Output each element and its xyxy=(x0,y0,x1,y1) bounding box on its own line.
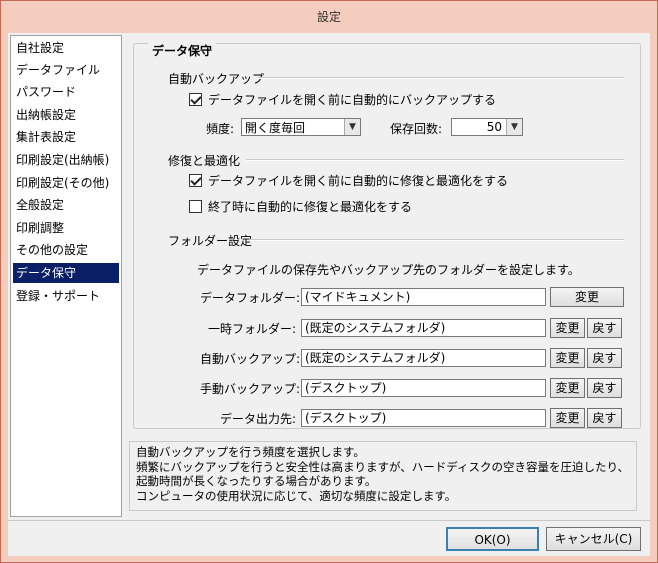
repair-heading: 修復と最適化 xyxy=(168,154,241,168)
data-output-folder-reset-button[interactable]: 戻す xyxy=(587,408,622,428)
manual-backup-folder-reset-button[interactable]: 戻す xyxy=(587,378,622,398)
save-count-value: 50 xyxy=(486,120,502,134)
temp-folder-change-button[interactable]: 変更 xyxy=(550,318,585,338)
repair-on-exit-checkbox[interactable] xyxy=(189,199,202,213)
repair-on-exit-label: 終了時に自動的に修復と最適化をする xyxy=(208,199,413,214)
auto-backup-checkbox-label: データファイルを開く前に自動的にバックアップする xyxy=(208,92,497,107)
sidebar-item-password[interactable]: パスワード xyxy=(13,82,119,102)
temp-folder-label: 一時フォルダー: xyxy=(207,322,296,336)
repair-before-open-option[interactable]: データファイルを開く前に自動的に修復と最適化をする xyxy=(189,172,508,188)
manual-backup-folder-label: 手動バックアップ: xyxy=(200,382,301,396)
data-output-folder-change-button[interactable]: 変更 xyxy=(550,408,585,428)
manual-backup-folder-change-button[interactable]: 変更 xyxy=(550,378,585,398)
data-folder-path: (マイドキュメント) xyxy=(301,288,546,306)
auto-backup-folder-change-button[interactable]: 変更 xyxy=(550,348,585,368)
repair-on-exit-option[interactable]: 終了時に自動的に修復と最適化をする xyxy=(189,198,412,214)
frequency-value: 開く度毎回 xyxy=(245,120,306,135)
ok-button[interactable]: OK(O) xyxy=(446,527,539,551)
help-line: 起動時間が長くなったりする場合があります。 xyxy=(136,474,377,488)
temp-folder-reset-button[interactable]: 戻す xyxy=(587,318,622,338)
data-folder-label: データフォルダー: xyxy=(200,291,301,305)
help-line: コンピュータの使用状況に応じて、適切な頻度に設定します。 xyxy=(136,488,457,503)
dialog-client-area: 自社設定 データファイル パスワード 出納帳設定 集計表設定 印刷設定(出納帳)… xyxy=(8,33,650,556)
data-folder-change-button[interactable]: 変更 xyxy=(550,287,624,307)
manual-backup-folder-path: (デスクトップ) xyxy=(301,379,546,397)
divider xyxy=(258,77,624,79)
settings-window: 設定 自社設定 データファイル パスワード 出納帳設定 集計表設定 印刷設定(出… xyxy=(0,0,658,563)
group-title: データ保守 xyxy=(148,42,217,59)
data-output-folder-label: データ出力先: xyxy=(219,412,296,426)
temp-folder-path: (既定のシステムフォルダ) xyxy=(301,319,546,337)
divider xyxy=(250,239,624,241)
sidebar-item-print-adjust[interactable]: 印刷調整 xyxy=(13,218,119,238)
cancel-button[interactable]: キャンセル(C) xyxy=(546,527,641,551)
divider xyxy=(246,159,624,161)
help-description-box: 自動バックアップを行う頻度を選択します。 頻繁にバックアップを行うと安全性は高ま… xyxy=(129,441,637,511)
sidebar-item-general[interactable]: 全般設定 xyxy=(13,195,119,215)
chevron-down-icon[interactable]: ▼ xyxy=(344,119,360,135)
auto-backup-checkbox[interactable] xyxy=(189,92,202,106)
sidebar-item-registration-support[interactable]: 登録・サポート xyxy=(13,286,119,306)
sidebar-item-data-maintenance[interactable]: データ保守 xyxy=(13,263,119,283)
chevron-down-icon[interactable]: ▼ xyxy=(506,119,522,135)
folder-settings-description: データファイルの保存先やバックアップ先のフォルダーを設定します。 xyxy=(197,263,580,277)
data-maintenance-panel: データ保守 自動バックアップ データファイルを開く前に自動的にバックアップする … xyxy=(129,35,647,433)
sidebar-item-other[interactable]: その他の設定 xyxy=(13,240,119,260)
folder-settings-heading: フォルダー設定 xyxy=(168,234,253,248)
auto-backup-folder-path: (既定のシステムフォルダ) xyxy=(301,349,546,367)
auto-backup-folder-label: 自動バックアップ: xyxy=(200,352,301,366)
help-line: 頻繁にバックアップを行うと安全性は高まりますが、ハードディスクの空き容量を圧迫し… xyxy=(136,459,629,474)
data-output-folder-path: (デスクトップ) xyxy=(301,409,546,427)
auto-backup-folder-reset-button[interactable]: 戻す xyxy=(587,348,622,368)
repair-before-open-checkbox[interactable] xyxy=(189,173,202,187)
sidebar-item-summary[interactable]: 集計表設定 xyxy=(13,127,119,147)
data-maintenance-group: データ保守 自動バックアップ データファイルを開く前に自動的にバックアップする … xyxy=(133,42,641,429)
frequency-label: 頻度: xyxy=(206,122,235,136)
save-count-label: 保存回数: xyxy=(390,122,443,136)
footer-divider xyxy=(8,520,650,521)
auto-backup-heading: 自動バックアップ xyxy=(168,72,265,86)
sidebar-item-print-cashbook[interactable]: 印刷設定(出納帳) xyxy=(13,150,119,170)
save-count-select[interactable]: 50 ▼ xyxy=(451,118,523,136)
auto-backup-option[interactable]: データファイルを開く前に自動的にバックアップする xyxy=(189,91,496,107)
frequency-select[interactable]: 開く度毎回 ▼ xyxy=(241,118,361,136)
sidebar-item-data-file[interactable]: データファイル xyxy=(13,60,119,80)
repair-before-open-label: データファイルを開く前に自動的に修復と最適化をする xyxy=(208,173,509,188)
help-line: 自動バックアップを行う頻度を選択します。 xyxy=(136,445,365,459)
sidebar-item-print-other[interactable]: 印刷設定(その他) xyxy=(13,173,119,193)
settings-category-list[interactable]: 自社設定 データファイル パスワード 出納帳設定 集計表設定 印刷設定(出納帳)… xyxy=(10,35,122,517)
window-title: 設定 xyxy=(316,10,341,24)
sidebar-item-cashbook[interactable]: 出納帳設定 xyxy=(13,105,119,125)
sidebar-item-company[interactable]: 自社設定 xyxy=(13,38,119,58)
